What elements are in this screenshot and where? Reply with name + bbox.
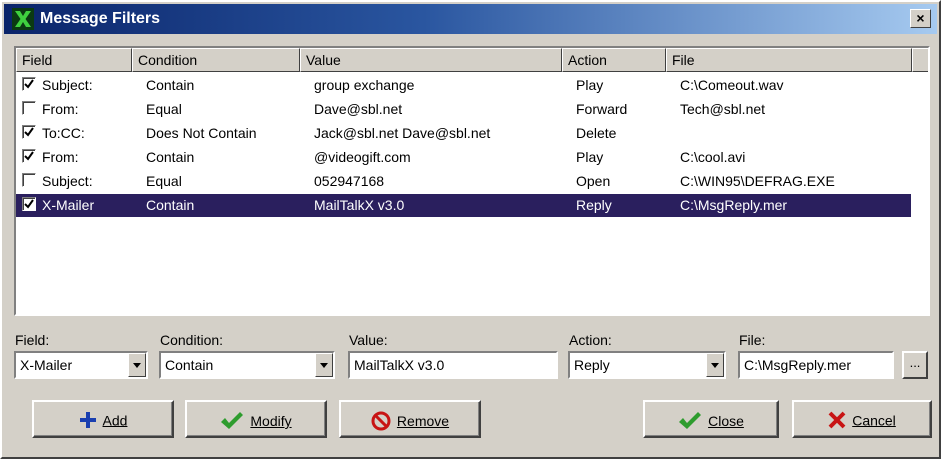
column-header-file[interactable]: File bbox=[666, 48, 912, 72]
add-button[interactable]: Add bbox=[32, 400, 174, 438]
browse-file-button[interactable]: ... bbox=[902, 351, 928, 379]
cell-action: Reply bbox=[576, 197, 612, 213]
cell-action: Play bbox=[576, 149, 604, 165]
condition-select[interactable]: Contain bbox=[159, 351, 335, 379]
action-label: Action: bbox=[569, 332, 612, 348]
table-row[interactable]: Subject: Contain group exchange Play C:\Come… bbox=[16, 74, 911, 97]
table-row[interactable]: To:CC: Does Not Contain Jack@sbl.net Dave@… bbox=[16, 122, 911, 145]
cell-value: group exchange bbox=[314, 77, 415, 93]
checkmark-icon bbox=[221, 412, 244, 429]
table-row[interactable]: From: Equal Dave@sbl.net Forward Tech@sbl.ne… bbox=[16, 98, 911, 121]
file-input[interactable]: C:\MsgReply.mer bbox=[738, 351, 894, 379]
add-button-label: Add bbox=[102, 412, 128, 429]
column-header-condition[interactable]: Condition bbox=[132, 48, 300, 72]
modify-button[interactable]: Modify bbox=[185, 400, 327, 438]
cancel-button-label: Cancel bbox=[852, 412, 896, 429]
cell-value: 052947168 bbox=[314, 173, 385, 189]
cell-condition: Does Not Contain bbox=[146, 125, 257, 141]
file-label: File: bbox=[739, 332, 766, 348]
column-header-filler bbox=[912, 48, 928, 72]
cell-file: C:\cool.avi bbox=[680, 149, 746, 165]
remove-button-label: Remove bbox=[396, 413, 450, 429]
cell-condition: Equal bbox=[146, 173, 182, 189]
filter-list[interactable]: Field Condition Value Action File Subjec… bbox=[14, 46, 930, 316]
field-select[interactable]: X-Mailer bbox=[14, 351, 148, 379]
condition-select-value: Contain bbox=[165, 357, 214, 373]
cell-value: @videogift.com bbox=[314, 149, 411, 165]
column-header-value[interactable]: Value bbox=[300, 48, 562, 72]
title-bar[interactable]: Message Filters × bbox=[4, 4, 937, 34]
plus-icon bbox=[79, 412, 96, 429]
close-button-label: Close bbox=[708, 413, 744, 429]
close-button[interactable]: Close bbox=[643, 400, 779, 438]
cell-condition: Contain bbox=[146, 197, 195, 213]
cell-field: From: bbox=[42, 149, 79, 165]
remove-button[interactable]: Remove bbox=[339, 400, 481, 438]
window-title: Message Filters bbox=[40, 10, 161, 27]
cell-condition: Equal bbox=[146, 101, 182, 117]
cell-field: To:CC: bbox=[42, 125, 85, 141]
chevron-down-icon[interactable] bbox=[706, 353, 724, 377]
cell-action: Forward bbox=[576, 101, 628, 117]
modify-button-label: Modify bbox=[250, 413, 292, 429]
table-row[interactable]: X-Mailer Contain MailTalkX v3.0 Reply C:\Msg… bbox=[16, 194, 911, 217]
row-checkbox[interactable] bbox=[22, 149, 36, 163]
table-row[interactable]: Subject: Equal 052947168 Open C:\WIN95\DEFRA… bbox=[16, 170, 911, 193]
row-checkbox[interactable] bbox=[22, 125, 36, 139]
value-input[interactable]: MailTalkX v3.0 bbox=[348, 351, 558, 379]
cell-field: Subject: bbox=[42, 173, 93, 189]
checkmark-icon bbox=[679, 412, 702, 429]
file-input-text: C:\MsgReply.mer bbox=[744, 357, 852, 373]
cell-value: MailTalkX v3.0 bbox=[314, 197, 405, 213]
row-checkbox[interactable] bbox=[22, 197, 36, 211]
cell-action: Open bbox=[576, 173, 611, 189]
cancel-button[interactable]: Cancel bbox=[792, 400, 932, 438]
chevron-down-icon[interactable] bbox=[128, 353, 146, 377]
row-checkbox[interactable] bbox=[22, 77, 36, 91]
cell-action: Delete bbox=[576, 125, 617, 141]
condition-label: Condition: bbox=[160, 332, 224, 348]
cell-condition: Contain bbox=[146, 149, 195, 165]
cell-file: Tech@sbl.net bbox=[680, 101, 766, 117]
app-x-icon bbox=[12, 8, 34, 30]
message-filters-window: Message Filters × Field Condition Value … bbox=[0, 0, 941, 459]
table-row[interactable]: From: Contain @videogift.com Play C:\cool.av… bbox=[16, 146, 911, 169]
field-select-value: X-Mailer bbox=[20, 357, 73, 373]
cell-file: C:\Comeout.wav bbox=[680, 77, 784, 93]
cell-field: From: bbox=[42, 101, 79, 117]
list-header: Field Condition Value Action File bbox=[16, 48, 928, 72]
close-icon[interactable]: × bbox=[910, 9, 931, 28]
cell-file: C:\WIN95\DEFRAG.EXE bbox=[680, 173, 835, 189]
value-input-text: MailTalkX v3.0 bbox=[354, 357, 445, 373]
value-label: Value: bbox=[349, 332, 388, 348]
cell-file: C:\MsgReply.mer bbox=[680, 197, 788, 213]
cell-value: Dave@sbl.net bbox=[314, 101, 403, 117]
field-label: Field: bbox=[15, 332, 50, 348]
column-header-field[interactable]: Field bbox=[16, 48, 132, 72]
cell-field: Subject: bbox=[42, 77, 93, 93]
no-entry-icon bbox=[371, 411, 391, 431]
column-header-action[interactable]: Action bbox=[562, 48, 666, 72]
chevron-down-icon[interactable] bbox=[315, 353, 333, 377]
cell-value: Jack@sbl.net Dave@sbl.net bbox=[314, 125, 491, 141]
x-icon bbox=[828, 411, 846, 429]
cell-field: X-Mailer bbox=[42, 197, 95, 213]
action-select-value: Reply bbox=[574, 357, 610, 373]
row-checkbox[interactable] bbox=[22, 173, 36, 187]
row-checkbox[interactable] bbox=[22, 101, 36, 115]
action-select[interactable]: Reply bbox=[568, 351, 726, 379]
cell-action: Play bbox=[576, 77, 604, 93]
cell-condition: Contain bbox=[146, 77, 195, 93]
